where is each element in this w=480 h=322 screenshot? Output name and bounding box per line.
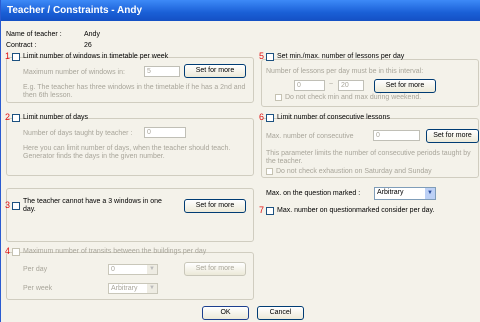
three-windows-set-for-more-button[interactable]: Set for more — [184, 199, 246, 213]
constraint-number-5: 5 — [259, 51, 265, 61]
constraint-number-1: 1 — [5, 51, 11, 61]
constraint-number-4: 4 — [5, 246, 11, 256]
question-marked-value: Arbitrary — [377, 189, 404, 196]
constraint-number-6: 6 — [259, 112, 265, 122]
teacher-name-value: Andy — [84, 31, 100, 38]
constraint-number-7: 7 — [259, 205, 265, 215]
interval-label: Number of lessons per day must be in thi… — [266, 68, 424, 75]
constraint-number-2: 2 — [5, 112, 11, 122]
chevron-down-icon: ▼ — [425, 188, 435, 199]
transits-checkbox[interactable] — [12, 248, 20, 256]
limit-windows-label: Limit number of windows in timetable per… — [23, 53, 169, 60]
interval-separator: ~ — [329, 81, 334, 88]
min-lessons-field[interactable]: 0 — [294, 80, 325, 91]
questionmarked-per-day-label: Max. number on questionmarked consider p… — [277, 207, 435, 214]
ok-button[interactable]: OK — [202, 306, 249, 320]
cancel-button[interactable]: Cancel — [257, 306, 304, 320]
limit-days-checkbox[interactable] — [12, 114, 20, 122]
min-max-lessons-label: Set min./max. number of lessons per day — [277, 53, 405, 60]
limit-days-label: Limit number of days — [23, 114, 88, 121]
consecutive-set-for-more-button[interactable]: Set for more — [426, 129, 479, 143]
per-day-label: Per day — [23, 266, 48, 273]
lessons-set-for-more-button[interactable]: Set for more — [374, 79, 436, 93]
contract-value: 26 — [84, 42, 92, 49]
exhaustion-label: Do not check exhaustion on Saturday and … — [276, 168, 432, 175]
per-day-value: 0 — [111, 266, 115, 273]
window-title: Teacher / Constraints - Andy — [1, 0, 480, 21]
max-lessons-field[interactable]: 20 — [338, 80, 364, 91]
three-windows-checkbox[interactable] — [12, 202, 20, 210]
per-week-select[interactable]: Arbitrary ▼ — [108, 283, 158, 294]
days-taught-field[interactable]: 0 — [144, 127, 186, 138]
per-day-select[interactable]: 0 ▼ — [108, 264, 158, 275]
constraint-number-3: 3 — [5, 200, 11, 210]
windows-set-for-more-button[interactable]: Set for more — [184, 64, 246, 78]
per-week-value: Arbitrary — [111, 285, 138, 292]
transits-set-for-more-button[interactable]: Set for more — [184, 262, 246, 276]
days-taught-label: Number of days taught by teacher : — [23, 130, 133, 137]
three-windows-group — [6, 188, 254, 242]
contract-label: Contract : — [6, 42, 37, 49]
chevron-down-icon: ▼ — [147, 265, 157, 274]
min-max-lessons-checkbox[interactable] — [266, 53, 274, 61]
constraints-dialog: Teacher / Constraints - Andy Name of tea… — [0, 0, 480, 322]
max-windows-label: Maximum number of windows in: — [23, 69, 125, 76]
teacher-name-label: Name of teacher : — [6, 31, 62, 38]
limit-windows-checkbox[interactable] — [12, 53, 20, 61]
transits-label: Maximum number of transits between the b… — [23, 248, 207, 255]
days-hint: Here you can limit number of days, when … — [23, 145, 231, 160]
max-consecutive-field[interactable]: 0 — [373, 130, 420, 141]
question-marked-label: Max. on the question marked : — [266, 190, 361, 197]
three-windows-label: The teacher cannot have a 3 windows in o… — [23, 198, 162, 213]
consecutive-label: Limit number of consecutive lessons — [277, 114, 390, 121]
weekend-checkbox[interactable] — [275, 94, 282, 101]
per-week-label: Per week — [23, 285, 53, 292]
chevron-down-icon: ▼ — [147, 284, 157, 293]
consecutive-checkbox[interactable] — [266, 114, 274, 122]
questionmarked-per-day-checkbox[interactable] — [266, 207, 274, 215]
max-windows-field[interactable]: 5 — [144, 66, 180, 77]
weekend-label: Do not check min and max during weekend. — [285, 94, 422, 101]
question-marked-select[interactable]: Arbitrary ▼ — [374, 187, 436, 200]
max-consecutive-label: Max. number of consecutive — [266, 133, 354, 140]
exhaustion-checkbox[interactable] — [266, 168, 273, 175]
windows-hint: E.g. The teacher has three windows in th… — [23, 84, 246, 99]
consecutive-hint: This parameter limits the number of cons… — [266, 150, 471, 165]
